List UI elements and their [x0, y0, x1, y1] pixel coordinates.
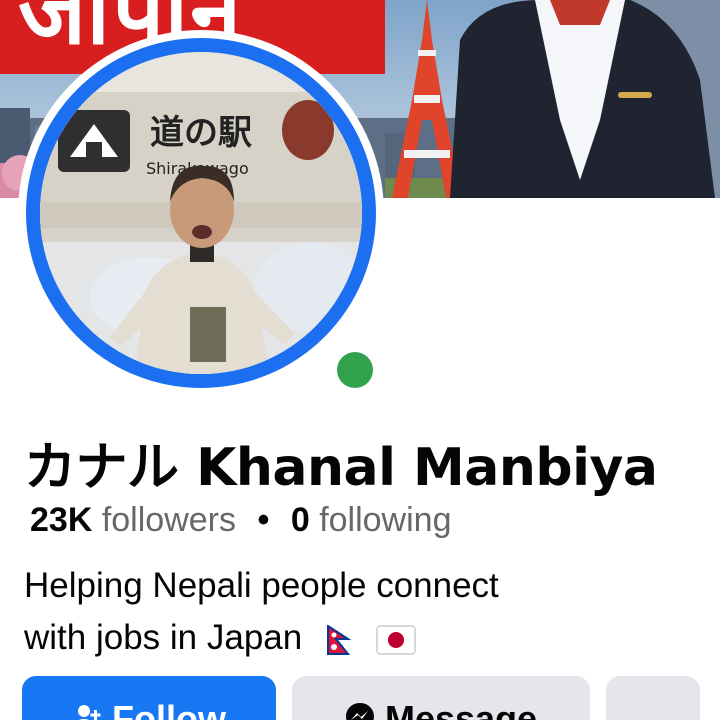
bio-line-2-text: with jobs in Japan	[24, 618, 303, 657]
profile-name: カナル Khanal Manbiya	[24, 438, 658, 498]
more-options-button[interactable]: …	[606, 676, 700, 720]
more-options-icon: …	[635, 698, 671, 720]
message-button[interactable]: Message	[292, 676, 590, 720]
bio-line-1: Helping Nepali people connect	[24, 566, 499, 605]
avatar-photo: 道の駅 Shirakawago	[40, 52, 362, 374]
following-label: following	[319, 501, 452, 539]
follow-label: Follow	[112, 698, 226, 720]
followers-link[interactable]: 23K followers	[30, 501, 245, 539]
bio-line-2: with jobs in Japan	[24, 612, 664, 664]
story-ring: 道の駅 Shirakawago	[26, 38, 376, 388]
add-friend-icon	[78, 705, 101, 720]
avatar-sign-text: 道の駅	[150, 113, 252, 153]
stats-separator: •	[257, 501, 270, 539]
profile-stats: 23K followers • 0 following	[30, 501, 452, 540]
followers-count: 23K	[30, 501, 93, 539]
cover-pilot-image	[450, 0, 720, 198]
profile-avatar[interactable]: 道の駅 Shirakawago	[18, 30, 384, 397]
followers-label: followers	[101, 501, 236, 539]
profile-bio: Helping Nepali people connect with jobs …	[24, 560, 664, 664]
message-label: Message	[384, 698, 538, 720]
messenger-icon	[345, 703, 374, 720]
following-link[interactable]: 0 following	[291, 501, 452, 539]
follow-button[interactable]: Follow	[22, 676, 276, 720]
online-status-indicator	[328, 343, 382, 397]
japan-flag-icon	[375, 625, 416, 655]
avatar-image: 道の駅 Shirakawago	[40, 52, 362, 374]
nepal-flag-icon	[326, 624, 352, 655]
following-count: 0	[290, 501, 310, 539]
